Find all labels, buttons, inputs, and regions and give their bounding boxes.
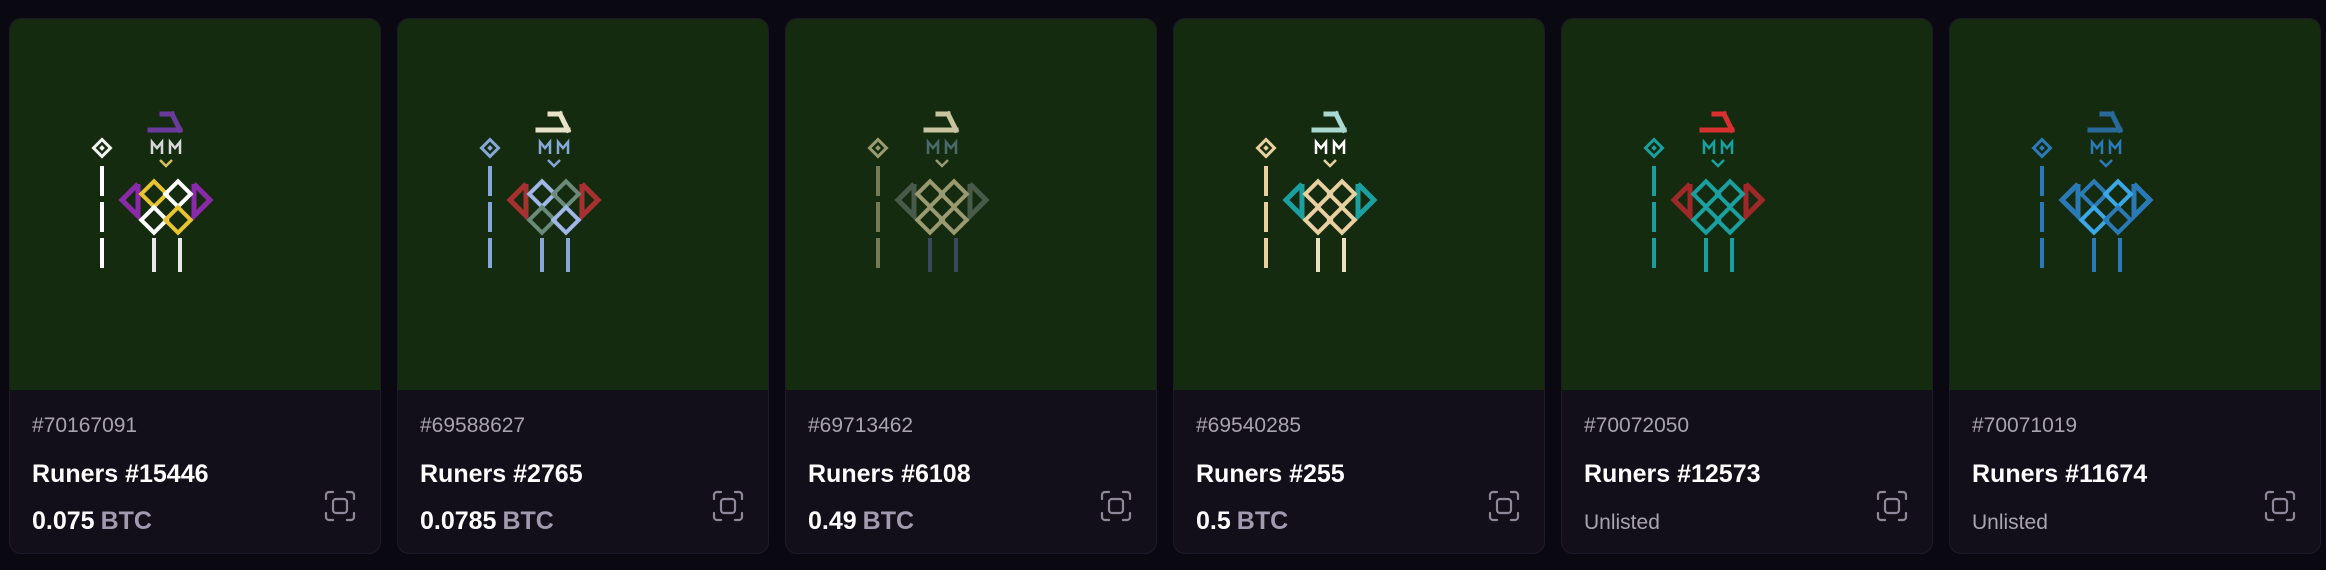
collection-item-name[interactable]: Runers #15446 [32, 458, 358, 490]
scan-icon[interactable] [322, 488, 358, 524]
nft-card-6[interactable]: #70071019 Runers #11674 Unlisted [1949, 18, 2321, 554]
scan-icon[interactable] [1486, 488, 1522, 524]
inscription-number: #69588627 [420, 414, 526, 437]
inscription-number: #69713462 [808, 414, 914, 437]
collection-item-name[interactable]: Runers #6108 [808, 458, 1134, 490]
nft-artwork[interactable] [10, 19, 380, 390]
collection-item-name[interactable]: Runers #11674 [1972, 458, 2298, 490]
price: 0.0785 BTC [420, 504, 746, 538]
price: Unlisted [1972, 504, 2298, 538]
runer-figure [479, 110, 602, 274]
nft-card-4[interactable]: #69540285 Runers #255 0.5 BTC [1173, 18, 1545, 554]
scan-icon[interactable] [1098, 488, 1134, 524]
inscription-number: #70072050 [1584, 414, 1690, 437]
price-amount: 0.0785 [420, 507, 497, 535]
nft-card-3[interactable]: #69713462 Runers #6108 0.49 BTC [785, 18, 1157, 554]
price-currency: BTC [502, 507, 554, 535]
price: 0.075 BTC [32, 504, 358, 538]
collection-item-name[interactable]: Runers #2765 [420, 458, 746, 490]
nft-artwork[interactable] [786, 19, 1156, 390]
price-currency: BTC [1236, 507, 1289, 535]
nft-artwork[interactable] [1174, 19, 1544, 390]
price-amount: 0.49 [808, 507, 857, 535]
price: Unlisted [1584, 504, 1910, 538]
nft-artwork[interactable] [1562, 19, 1932, 390]
runer-figure [1255, 110, 1378, 274]
runer-figure [2031, 110, 2154, 274]
scan-icon[interactable] [2262, 488, 2298, 524]
price-currency: BTC [100, 507, 152, 535]
price-amount: 0.5 [1196, 507, 1231, 535]
inscription-number: #70167091 [32, 414, 138, 437]
runer-figure [1643, 110, 1766, 274]
nft-card-5[interactable]: #70072050 Runers #12573 Unlisted [1561, 18, 1933, 554]
price-currency: BTC [862, 507, 915, 535]
nft-artwork[interactable] [1950, 19, 2320, 390]
runer-figure [91, 110, 214, 274]
scan-icon[interactable] [1874, 488, 1910, 524]
inscription-number: #69540285 [1196, 414, 1302, 437]
nft-card-1[interactable]: #70167091 Runers #15446 0.075 BTC [9, 18, 381, 554]
price: 0.49 BTC [808, 504, 1134, 538]
card-grid: #70167091 Runers #15446 0.075 BTC #69588… [9, 18, 2321, 554]
collection-item-name[interactable]: Runers #255 [1196, 458, 1522, 490]
scan-icon[interactable] [710, 488, 746, 524]
collection-item-name[interactable]: Runers #12573 [1584, 458, 1910, 490]
inscription-number: #70071019 [1972, 414, 2078, 437]
runer-figure [867, 110, 990, 274]
listing-status: Unlisted [1584, 511, 1660, 534]
price: 0.5 BTC [1196, 504, 1522, 538]
nft-card-2[interactable]: #69588627 Runers #2765 0.0785 BTC [397, 18, 769, 554]
listing-status: Unlisted [1972, 511, 2048, 534]
price-amount: 0.075 [32, 507, 95, 535]
nft-artwork[interactable] [398, 19, 768, 390]
